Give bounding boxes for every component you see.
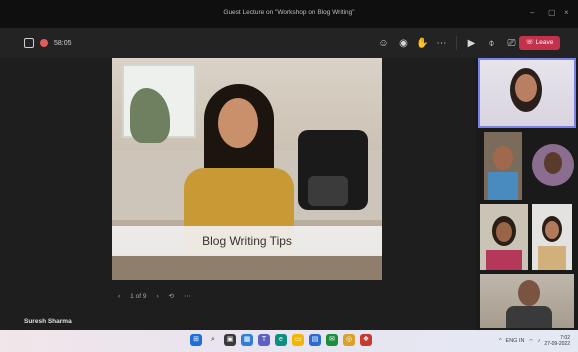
next-slide-icon[interactable]: ›	[156, 293, 158, 300]
prev-slide-icon[interactable]: ‹	[118, 293, 120, 300]
search-icon[interactable]: ⌕	[207, 334, 219, 346]
participant-face	[493, 146, 513, 170]
more-icon[interactable]: ⋯	[436, 38, 447, 49]
slide-person-face	[218, 98, 258, 148]
chrome-icon[interactable]: ◎	[343, 334, 355, 346]
slide-page-indicator: 1 of 9	[130, 292, 147, 300]
participant-face	[545, 221, 559, 239]
minimize-icon[interactable]: –	[530, 8, 534, 17]
participant-rail	[476, 58, 578, 330]
close-icon[interactable]: ×	[564, 8, 569, 17]
widgets-icon[interactable]: ▦	[241, 334, 253, 346]
volume-icon[interactable]: ♪	[538, 338, 541, 344]
participant-shirt	[506, 306, 552, 328]
maximize-icon[interactable]: ▢	[548, 8, 556, 17]
sync-icon[interactable]: ⟲	[169, 292, 174, 300]
leave-label: Leave	[535, 39, 554, 46]
participant-tile[interactable]	[484, 132, 522, 200]
participant-shirt	[486, 250, 522, 270]
wifi-icon[interactable]: ⌔	[529, 338, 534, 345]
start-icon[interactable]: ⊞	[190, 334, 202, 346]
leave-button[interactable]: ☏ Leave	[519, 36, 560, 50]
people-icon[interactable]: ☺	[378, 38, 389, 49]
title-bar: Guest Lecture on "Workshop on Blog Writi…	[0, 0, 578, 28]
participant-face	[544, 152, 562, 174]
slide-caption: Blog Writing Tips	[112, 226, 382, 256]
participant-face	[518, 280, 540, 306]
tray-chevron-icon[interactable]: ^	[499, 338, 502, 344]
phone-icon: ☏	[525, 39, 536, 46]
taskbar-apps: ⊞ ⌕ ▣ ▦ T e ▭ ▤ ✉ ◎ ❖	[190, 334, 372, 346]
slide-more-icon[interactable]: ⋯	[184, 292, 191, 300]
shared-content-stage: Blog Writing Tips ‹ 1 of 9 › ⟲ ⋯ Suresh …	[0, 58, 476, 330]
mail-icon[interactable]: ✉	[326, 334, 338, 346]
participant-face	[515, 74, 537, 102]
participant-tile[interactable]	[478, 58, 576, 128]
window-title: Guest Lecture on "Workshop on Blog Writi…	[223, 9, 355, 16]
language-indicator[interactable]: ENG IN	[506, 338, 525, 344]
mic-icon[interactable]: ⌽	[486, 38, 497, 49]
shield-icon	[24, 38, 34, 48]
explorer-icon[interactable]: ▭	[292, 334, 304, 346]
chat-icon[interactable]: ◉	[398, 38, 409, 49]
clock-date: 27-09-2022	[544, 341, 570, 347]
teams-icon[interactable]: T	[258, 334, 270, 346]
presenter-name: Suresh Sharma	[24, 318, 72, 325]
participant-shirt	[538, 246, 566, 270]
meeting-timer: 58:05	[54, 39, 72, 47]
reactions-icon[interactable]: ✋	[416, 38, 428, 49]
system-tray: ^ ENG IN ⌔ ♪ 7:02 27-09-2022	[499, 335, 570, 347]
task-view-icon[interactable]: ▣	[224, 334, 236, 346]
participant-tile[interactable]	[532, 144, 574, 186]
slide-floor	[112, 254, 382, 280]
slide-camera-screen	[308, 176, 348, 206]
clock[interactable]: 7:02 27-09-2022	[544, 335, 570, 347]
participant-tile[interactable]	[480, 274, 574, 328]
meeting-toolbar: 58:05 ☺ ◉ ✋ ⋯ ▶ ⌽ ⎚ ☏ Leave	[0, 28, 578, 58]
edge-icon[interactable]: e	[275, 334, 287, 346]
recording-icon	[40, 39, 48, 47]
store-icon[interactable]: ▤	[309, 334, 321, 346]
participant-shirt	[488, 172, 518, 200]
meeting-status: 58:05	[24, 38, 72, 48]
slide-navigation: ‹ 1 of 9 › ⟲ ⋯	[118, 292, 191, 301]
participant-tile[interactable]	[480, 204, 528, 270]
participant-tile[interactable]	[532, 204, 572, 270]
participant-face	[496, 222, 512, 242]
share-icon[interactable]: ⎚	[506, 38, 517, 49]
taskbar: ⊞ ⌕ ▣ ▦ T e ▭ ▤ ✉ ◎ ❖ ^ ENG IN ⌔ ♪ 7:02 …	[0, 330, 578, 352]
camera-icon[interactable]: ▶	[466, 38, 477, 49]
shared-slide: Blog Writing Tips	[112, 58, 382, 280]
toolbar-divider	[456, 36, 457, 50]
photos-icon[interactable]: ❖	[360, 334, 372, 346]
